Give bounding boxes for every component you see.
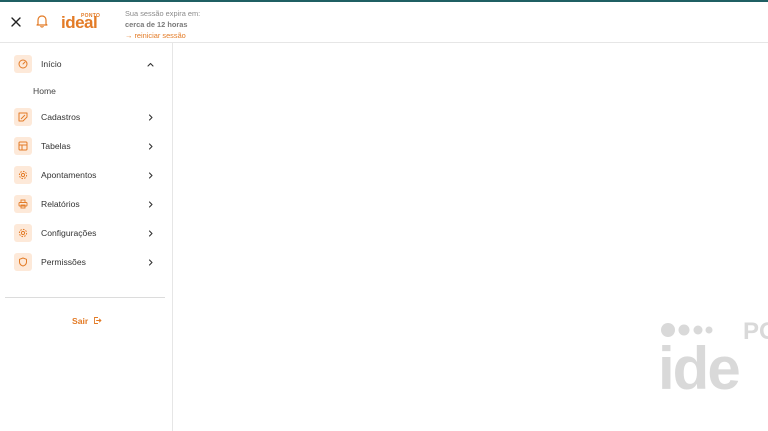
gear-icon [14, 166, 32, 184]
chevron-right-icon [148, 114, 153, 121]
bell-icon [36, 15, 48, 28]
sidebar-item-label: Configurações [41, 228, 97, 238]
notifications-button[interactable] [34, 13, 50, 29]
sidebar: Início Home Cadastros Tabelas Apontament… [0, 43, 173, 431]
chevron-right-icon [148, 201, 153, 208]
session-expire-time: cerca de 12 horas [125, 20, 188, 29]
sidebar-item-relatorios[interactable]: Relatórios [0, 191, 172, 217]
logo-main-text: ideal [61, 13, 98, 32]
sidebar-item-label: Início [41, 59, 62, 69]
table-icon [14, 137, 32, 155]
sidebar-item-label: Cadastros [41, 112, 81, 122]
sidebar-divider [5, 297, 165, 298]
ponto-ideal-logo[interactable]: PONTO ideal [61, 13, 109, 33]
watermark-small-text: PO [743, 318, 768, 345]
top-header: PONTO ideal Sua sessão expira em: cerca … [0, 2, 768, 43]
shield-icon [14, 253, 32, 271]
session-info: Sua sessão expira em: cerca de 12 horas … [125, 8, 200, 41]
logout-label: Sair [72, 315, 89, 326]
chevron-right-icon [148, 143, 153, 150]
sidebar-item-cadastros[interactable]: Cadastros [0, 104, 172, 130]
sidebar-item-label: Tabelas [41, 141, 71, 151]
sidebar-item-tabelas[interactable]: Tabelas [0, 133, 172, 159]
sidebar-item-apontamentos[interactable]: Apontamentos [0, 162, 172, 188]
logout-icon [94, 317, 102, 325]
sidebar-subitem-home[interactable]: Home [33, 86, 56, 96]
sidebar-item-label: Relatórios [41, 199, 80, 209]
logout-button[interactable]: Sair [72, 312, 102, 326]
sidebar-item-inicio[interactable]: Início [0, 51, 172, 77]
ponto-ideal-watermark: PO ide [656, 318, 768, 393]
restart-session-link[interactable]: → reiniciar sessão [125, 30, 200, 41]
sidebar-item-configuracoes[interactable]: Configurações [0, 220, 172, 246]
gear-icon [14, 224, 32, 242]
chevron-right-icon [148, 230, 153, 237]
sidebar-item-permissoes[interactable]: Permissões [0, 249, 172, 275]
sidebar-item-label: Permissões [41, 257, 86, 267]
printer-icon [14, 195, 32, 213]
watermark-main-text: ide [658, 335, 739, 393]
chevron-right-icon [148, 259, 153, 266]
dashboard-icon [14, 55, 32, 73]
chevron-up-icon [147, 62, 154, 67]
session-expire-label: Sua sessão expira em: [125, 9, 201, 18]
watermark-logo: PO ide [658, 318, 768, 393]
close-menu-button[interactable] [9, 15, 23, 29]
close-icon [11, 17, 21, 27]
chevron-right-icon [148, 172, 153, 179]
edit-icon [14, 108, 32, 126]
sidebar-item-label: Apontamentos [41, 170, 97, 180]
